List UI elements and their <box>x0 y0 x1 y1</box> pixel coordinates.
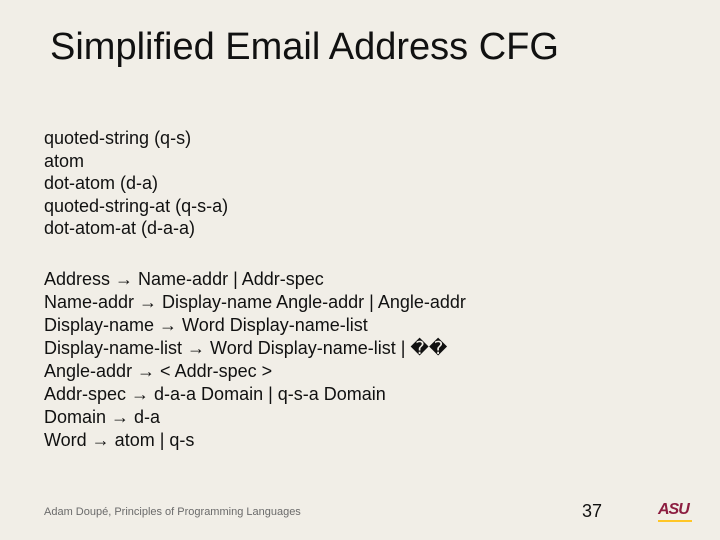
rule-line: Addr-spec → d-a-a Domain | q-s-a Domain <box>44 383 466 406</box>
page-title: Simplified Email Address CFG <box>50 26 559 69</box>
def-line: dot-atom-at (d-a-a) <box>44 217 228 240</box>
asu-logo-bar <box>658 520 692 522</box>
slide: Simplified Email Address CFG quoted-stri… <box>0 0 720 540</box>
rule-line: Name-addr → Display-name Angle-addr | An… <box>44 291 466 314</box>
page-number: 37 <box>582 501 602 522</box>
def-line: atom <box>44 150 228 173</box>
asu-logo-text: ASU <box>658 501 689 518</box>
rule-line: Display-name → Word Display-name-list <box>44 314 466 337</box>
rule-line: Angle-addr → < Addr-spec > <box>44 360 466 383</box>
rule-line: Address → Name-addr | Addr-spec <box>44 268 466 291</box>
rule-line: Domain → d-a <box>44 406 466 429</box>
rule-line: Word → atom | q-s <box>44 429 466 452</box>
def-line: quoted-string (q-s) <box>44 127 228 150</box>
rule-line: Display-name-list → Word Display-name-li… <box>44 337 466 360</box>
def-line: quoted-string-at (q-s-a) <box>44 195 228 218</box>
asu-logo: ASU <box>658 501 692 522</box>
grammar-block: Address → Name-addr | Addr-spec Name-add… <box>44 268 466 452</box>
footer-credit: Adam Doupé, Principles of Programming La… <box>44 506 301 518</box>
def-line: dot-atom (d-a) <box>44 172 228 195</box>
definitions-block: quoted-string (q-s) atom dot-atom (d-a) … <box>44 127 228 240</box>
